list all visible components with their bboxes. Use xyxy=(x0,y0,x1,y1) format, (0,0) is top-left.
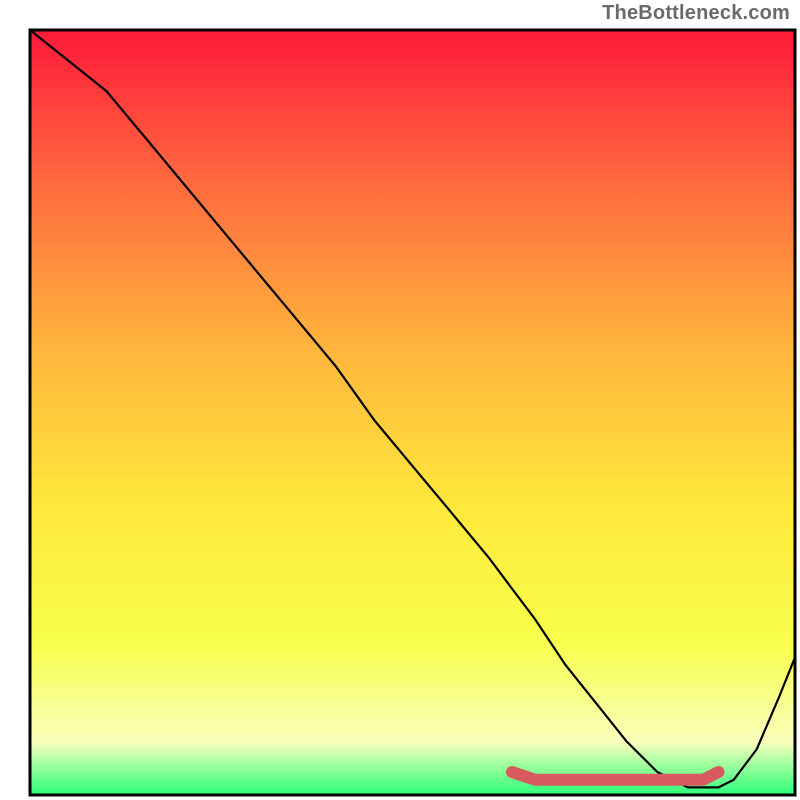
watermark-text: TheBottleneck.com xyxy=(602,2,790,25)
chart-svg xyxy=(0,0,800,800)
plot-background xyxy=(30,30,795,795)
chart-container: TheBottleneck.com xyxy=(0,0,800,800)
